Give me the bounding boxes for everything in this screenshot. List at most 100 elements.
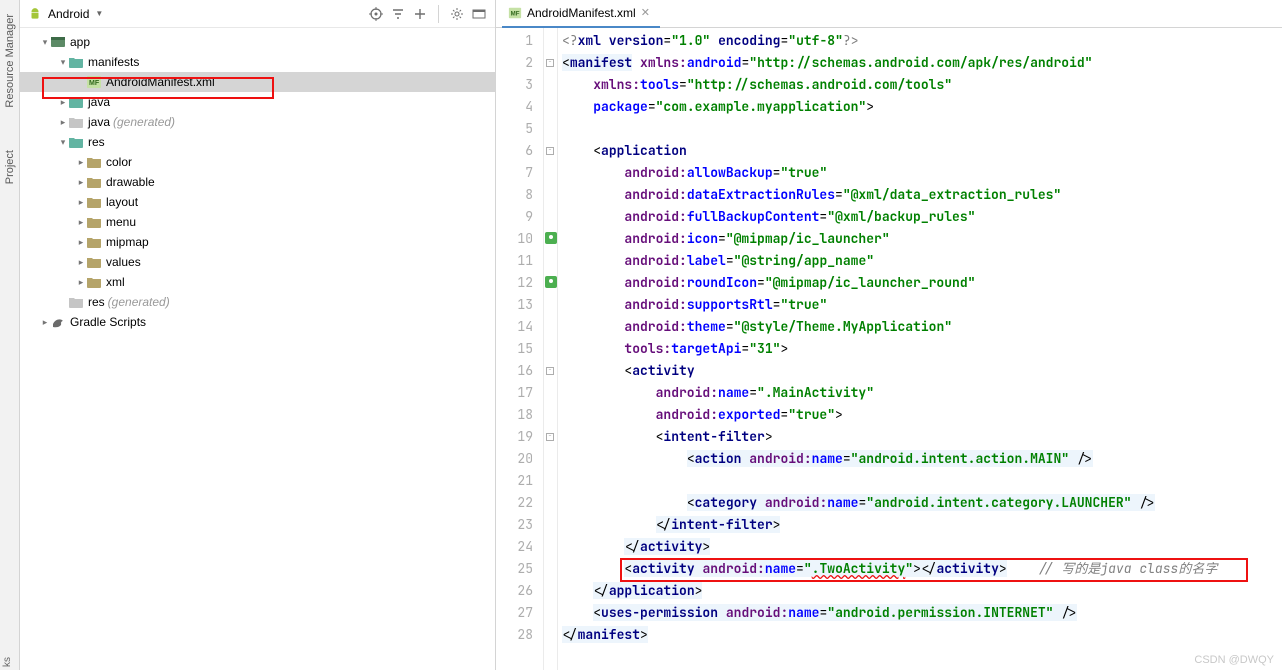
tree-arrow-icon[interactable]: ▾: [40, 37, 50, 48]
tree-arrow-icon[interactable]: ▾: [58, 57, 68, 68]
code-line[interactable]: android:icon="@mipmap/ic_launcher": [558, 228, 1282, 250]
tree-arrow-icon[interactable]: ▸: [58, 97, 68, 108]
line-number[interactable]: 10: [496, 228, 543, 250]
line-number[interactable]: 3: [496, 74, 543, 96]
code-line[interactable]: </activity>: [558, 536, 1282, 558]
rail-project[interactable]: Project: [3, 144, 17, 190]
tree-row[interactable]: ▸java(generated): [20, 112, 495, 132]
tree-arrow-icon[interactable]: ▸: [76, 177, 86, 188]
tree-arrow-icon[interactable]: ▸: [76, 217, 86, 228]
code-line[interactable]: <?xml version="1.0" encoding="utf-8"?>: [558, 30, 1282, 52]
tree-row[interactable]: ▾app: [20, 32, 495, 52]
code-line[interactable]: android:exported="true">: [558, 404, 1282, 426]
code-line[interactable]: tools:targetApi="31">: [558, 338, 1282, 360]
fold-column[interactable]: −−−−: [544, 28, 558, 670]
tree-row[interactable]: ▾manifests: [20, 52, 495, 72]
tree-row[interactable]: ▸mipmap: [20, 232, 495, 252]
line-number[interactable]: 8: [496, 184, 543, 206]
tree-row[interactable]: ▸drawable: [20, 172, 495, 192]
tree-arrow-icon[interactable]: ▸: [76, 237, 86, 248]
hide-icon[interactable]: [471, 6, 487, 22]
code-line[interactable]: <intent-filter>: [558, 426, 1282, 448]
tree-row[interactable]: ▸MFAndroidManifest.xml: [20, 72, 495, 92]
line-number[interactable]: 17: [496, 382, 543, 404]
line-number[interactable]: 9: [496, 206, 543, 228]
line-number[interactable]: 22: [496, 492, 543, 514]
line-number[interactable]: 2: [496, 52, 543, 74]
sort-icon[interactable]: [390, 6, 406, 22]
code-line[interactable]: <category android:name="android.intent.c…: [558, 492, 1282, 514]
code-line[interactable]: [558, 470, 1282, 492]
code-line[interactable]: android:allowBackup="true": [558, 162, 1282, 184]
tree-arrow-icon[interactable]: ▸: [76, 277, 86, 288]
line-number[interactable]: 11: [496, 250, 543, 272]
line-number[interactable]: 6: [496, 140, 543, 162]
code-line[interactable]: <activity: [558, 360, 1282, 382]
line-number[interactable]: 27: [496, 602, 543, 624]
line-number[interactable]: 4: [496, 96, 543, 118]
code-line[interactable]: android:label="@string/app_name": [558, 250, 1282, 272]
tree-row[interactable]: ▸color: [20, 152, 495, 172]
line-number[interactable]: 15: [496, 338, 543, 360]
line-number[interactable]: 18: [496, 404, 543, 426]
code-line[interactable]: android:supportsRtl="true": [558, 294, 1282, 316]
line-number[interactable]: 24: [496, 536, 543, 558]
code-line[interactable]: android:roundIcon="@mipmap/ic_launcher_r…: [558, 272, 1282, 294]
line-number[interactable]: 16: [496, 360, 543, 382]
code-line[interactable]: <application: [558, 140, 1282, 162]
tree-row[interactable]: ▸java: [20, 92, 495, 112]
code-line[interactable]: <action android:name="android.intent.act…: [558, 448, 1282, 470]
line-number[interactable]: 26: [496, 580, 543, 602]
expand-icon[interactable]: [412, 6, 428, 22]
line-number[interactable]: 25: [496, 558, 543, 580]
line-number[interactable]: 14: [496, 316, 543, 338]
code-line[interactable]: <uses-permission android:name="android.p…: [558, 602, 1282, 624]
tree-arrow-icon[interactable]: ▸: [76, 257, 86, 268]
fold-toggle-icon[interactable]: −: [546, 59, 554, 67]
tree-arrow-icon[interactable]: ▸: [40, 317, 50, 328]
fold-toggle-icon[interactable]: −: [546, 367, 554, 375]
tree-arrow-icon[interactable]: ▾: [58, 137, 68, 148]
fold-toggle-icon[interactable]: −: [546, 433, 554, 441]
tree-row[interactable]: ▸layout: [20, 192, 495, 212]
code-line[interactable]: android:dataExtractionRules="@xml/data_e…: [558, 184, 1282, 206]
line-number[interactable]: 19: [496, 426, 543, 448]
code-line[interactable]: </intent-filter>: [558, 514, 1282, 536]
tree-row[interactable]: ▸menu: [20, 212, 495, 232]
line-number[interactable]: 23: [496, 514, 543, 536]
close-icon[interactable]: ✕: [641, 6, 650, 19]
code-line[interactable]: <manifest xmlns:android="http://schemas.…: [558, 52, 1282, 74]
tree-arrow-icon[interactable]: ▸: [76, 157, 86, 168]
code-line[interactable]: <activity android:name=".TwoActivity"></…: [558, 558, 1282, 580]
code-line[interactable]: </application>: [558, 580, 1282, 602]
tree-row[interactable]: ▸res(generated): [20, 292, 495, 312]
project-tree[interactable]: ▾app▾manifests▸MFAndroidManifest.xml▸jav…: [20, 28, 495, 670]
tree-row[interactable]: ▾res: [20, 132, 495, 152]
chevron-down-icon[interactable]: ▼: [95, 9, 103, 18]
code-area[interactable]: <?xml version="1.0" encoding="utf-8"?><m…: [558, 28, 1282, 670]
code-line[interactable]: package="com.example.myapplication">: [558, 96, 1282, 118]
line-gutter[interactable]: 1234567891011121314151617181920212223242…: [496, 28, 544, 670]
tree-row[interactable]: ▸values: [20, 252, 495, 272]
line-number[interactable]: 21: [496, 470, 543, 492]
tree-arrow-icon[interactable]: ▸: [58, 117, 68, 128]
line-number[interactable]: 7: [496, 162, 543, 184]
code-line[interactable]: [558, 118, 1282, 140]
code-line[interactable]: </manifest>: [558, 624, 1282, 646]
code-line[interactable]: android:name=".MainActivity": [558, 382, 1282, 404]
target-icon[interactable]: [368, 6, 384, 22]
tree-row[interactable]: ▸Gradle Scripts: [20, 312, 495, 332]
gear-icon[interactable]: [449, 6, 465, 22]
tree-arrow-icon[interactable]: ▸: [76, 197, 86, 208]
tab-androidmanifest[interactable]: MF AndroidManifest.xml ✕: [502, 0, 660, 28]
tree-row[interactable]: ▸xml: [20, 272, 495, 292]
code-line[interactable]: xmlns:tools="http://schemas.android.com/…: [558, 74, 1282, 96]
code-line[interactable]: android:fullBackupContent="@xml/backup_r…: [558, 206, 1282, 228]
line-number[interactable]: 12: [496, 272, 543, 294]
rail-resource-manager[interactable]: Resource Manager: [3, 8, 17, 114]
line-number[interactable]: 13: [496, 294, 543, 316]
code-line[interactable]: android:theme="@style/Theme.MyApplicatio…: [558, 316, 1282, 338]
line-number[interactable]: 28: [496, 624, 543, 646]
line-number[interactable]: 1: [496, 30, 543, 52]
view-dropdown-label[interactable]: Android: [48, 7, 89, 21]
